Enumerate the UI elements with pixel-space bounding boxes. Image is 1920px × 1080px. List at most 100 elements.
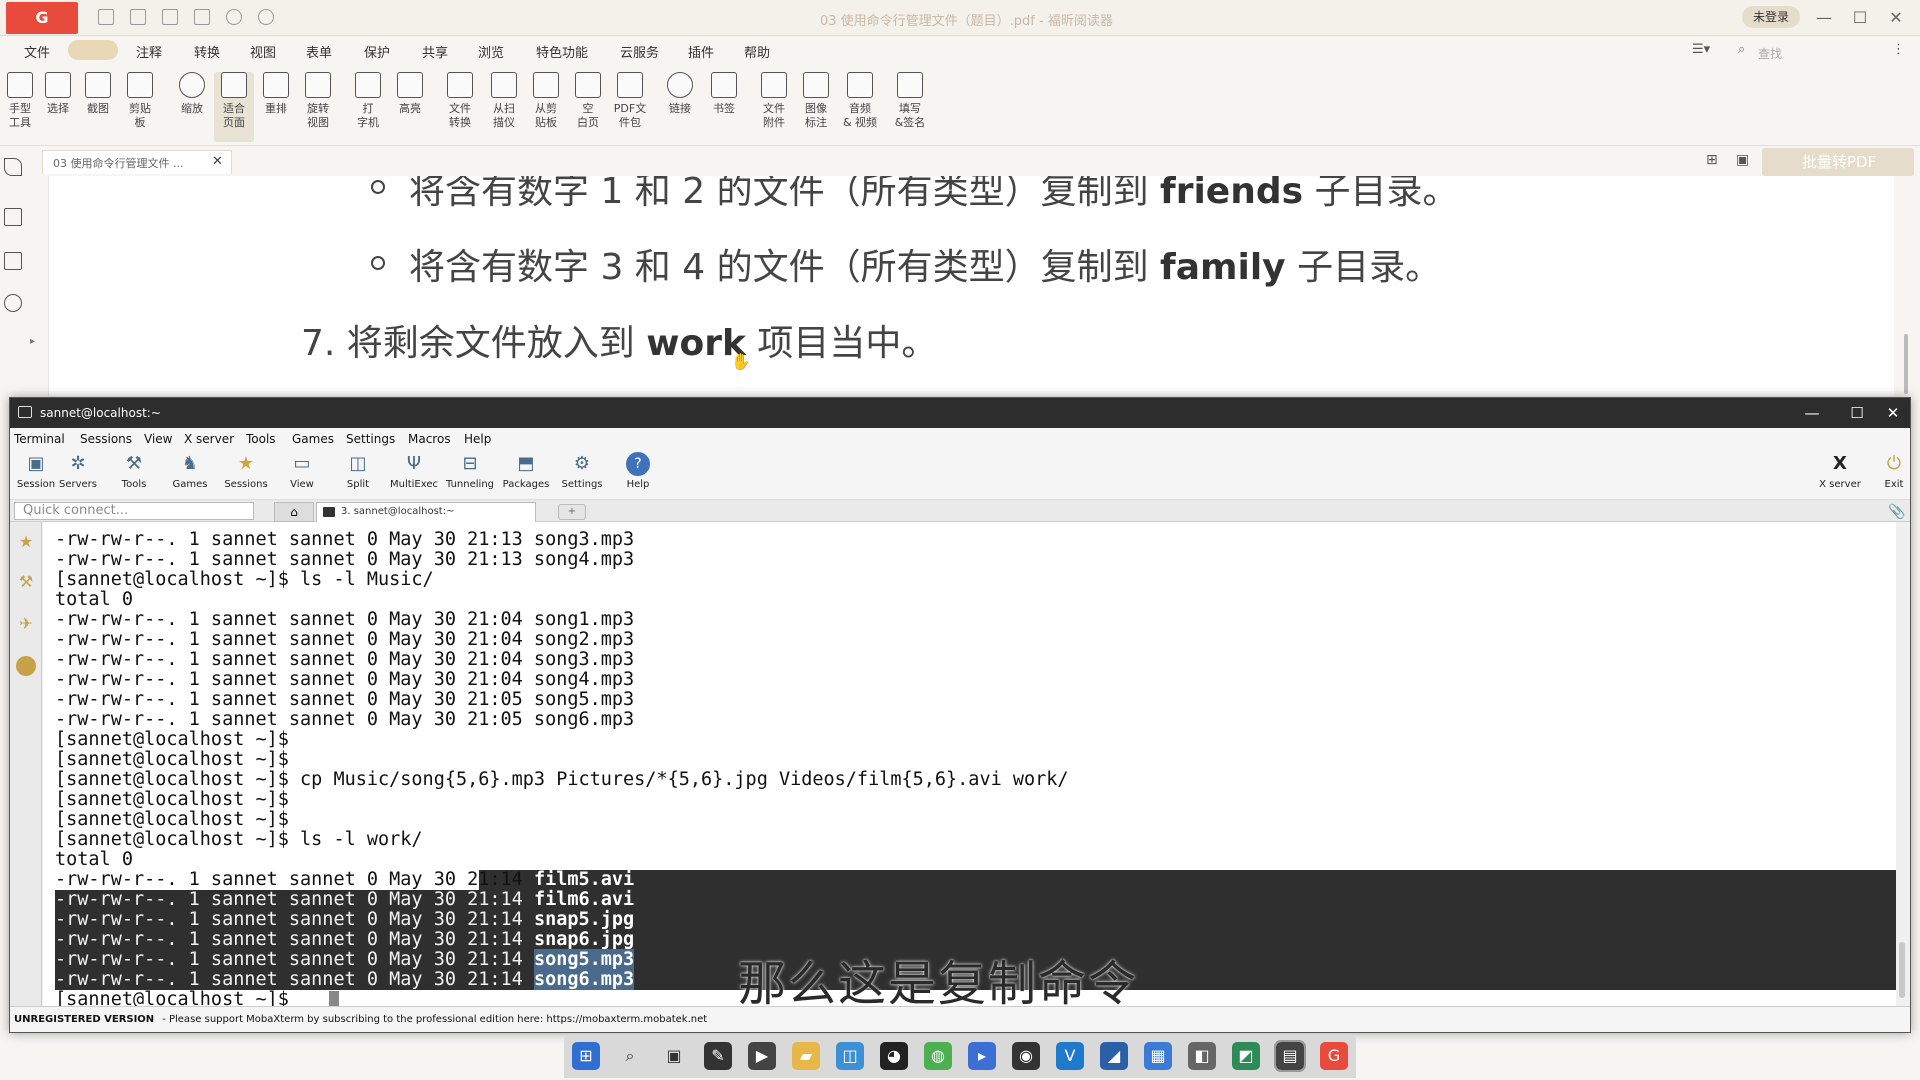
task-view-icon[interactable]: ▣ (660, 1042, 688, 1070)
bookmark-panel-icon[interactable] (4, 208, 22, 226)
bookmark-button[interactable]: 书签 (704, 72, 744, 116)
fit-page-button[interactable]: 适合 页面 (214, 72, 254, 142)
login-button[interactable]: 未登录 (1742, 6, 1800, 28)
from-scanner-button[interactable]: 从扫 描仪 (484, 72, 524, 130)
open-file-icon[interactable] (98, 9, 114, 25)
new-tab-button[interactable]: + (558, 504, 586, 520)
document-tab[interactable]: 03 使用命令行管理文件 ... (42, 150, 232, 174)
menu-features[interactable]: 特色功能 (536, 42, 588, 61)
file-convert-button[interactable]: 文件 转换 (440, 72, 480, 130)
menu-games[interactable]: Games (292, 432, 334, 446)
menu-comment[interactable]: 注释 (136, 42, 162, 61)
menu-file[interactable]: 文件 (24, 42, 50, 61)
menu-protect[interactable]: 保护 (364, 42, 390, 61)
highlight-button[interactable]: 高亮 (390, 72, 430, 116)
menu-help[interactable]: 帮助 (744, 42, 770, 61)
close-tab-icon[interactable]: ✕ (212, 154, 223, 169)
paperclip-icon[interactable]: 📎 (1888, 504, 1905, 520)
app-icon-5[interactable]: ◉ (1012, 1042, 1040, 1070)
app-icon-6[interactable]: ◢ (1100, 1042, 1128, 1070)
hand-tool-button[interactable]: 手型 工具 (0, 72, 40, 130)
app-icon-4[interactable]: ▸ (968, 1042, 996, 1070)
expand-arrow-icon[interactable]: ▸ (30, 336, 35, 347)
foxit-icon[interactable]: G (1320, 1042, 1348, 1070)
x-server-button[interactable]: XX server (1814, 452, 1866, 490)
grid-view-icon[interactable]: ⊞ (1706, 152, 1718, 168)
eraser-icon[interactable] (4, 158, 22, 176)
split-button[interactable]: ◫ Split (332, 452, 384, 490)
sessions-button[interactable]: ★ Sessions (220, 452, 272, 490)
link-button[interactable]: 链接 (660, 72, 700, 116)
star-icon[interactable]: ★ (16, 532, 36, 552)
batch-to-pdf-button[interactable]: 批量转PDF (1762, 148, 1914, 176)
menu-convert[interactable]: 转换 (194, 42, 220, 61)
games-button[interactable]: ♞ Games (164, 452, 216, 490)
select-button[interactable]: 选择 (38, 72, 78, 116)
scroll-thumb[interactable] (1904, 334, 1908, 394)
maximize-icon[interactable]: ☐ (1842, 402, 1872, 424)
menu-view[interactable]: View (144, 432, 172, 446)
menu-tools[interactable]: Tools (246, 432, 276, 446)
tools-icon[interactable]: ⚒ (16, 572, 36, 592)
close-icon[interactable]: ✕ (1884, 6, 1908, 30)
packages-button[interactable]: ⬒ Packages (500, 452, 552, 490)
layout-icon[interactable]: ☰▾ (1692, 42, 1710, 57)
terminal-output[interactable]: -rw-rw-r--. 1 sannet sannet 0 May 30 21:… (43, 522, 1909, 1006)
home-tab-icon[interactable]: ⌂ (274, 502, 314, 522)
menu-form[interactable]: 表单 (306, 42, 332, 61)
menu-settings[interactable]: Settings (346, 432, 395, 446)
blank-page-button[interactable]: 空 白页 (568, 72, 608, 130)
minimize-icon[interactable]: — (1797, 402, 1827, 424)
app-icon-3[interactable]: ◫ (836, 1042, 864, 1070)
support-message[interactable]: - Please support MobaXterm by subscribin… (162, 1014, 707, 1025)
menu-x-server[interactable]: X server (184, 432, 234, 446)
tools-button[interactable]: ⚒ Tools (108, 452, 160, 490)
screenshot-button[interactable]: 截图 (78, 72, 118, 116)
close-icon[interactable]: ✕ (1878, 402, 1908, 424)
tab-session-3[interactable]: 3. sannet@localhost:~ (316, 502, 536, 522)
fill-sign-button[interactable]: 填写 &签名 (890, 72, 930, 130)
app-icon-8[interactable]: ◧ (1188, 1042, 1216, 1070)
circle-icon[interactable] (16, 656, 36, 676)
windows-start-icon[interactable]: ⊞ (572, 1042, 600, 1070)
search-input[interactable] (1736, 40, 1876, 62)
mobaxterm-icon[interactable]: ▤ (1274, 1040, 1306, 1072)
quick-connect-input[interactable]: Quick connect... (14, 502, 254, 520)
vscode-icon[interactable]: V (1056, 1042, 1084, 1070)
app-icon-9[interactable]: ◩ (1232, 1042, 1260, 1070)
reflow-button[interactable]: 重排 (256, 72, 296, 116)
terminal-scrollbar[interactable] (1896, 522, 1910, 1006)
menu-browse[interactable]: 浏览 (478, 42, 504, 61)
search-icon[interactable]: ⌕ (616, 1042, 644, 1070)
help-button[interactable]: ? Help (612, 452, 664, 490)
app-icon-1[interactable]: ✎ (704, 1042, 732, 1070)
multiexec-button[interactable]: Ψ MultiExec (388, 452, 440, 490)
menu-plugins[interactable]: 插件 (688, 42, 714, 61)
image-annotation-button[interactable]: 图像 标注 (796, 72, 836, 130)
exit-button[interactable]: ⏻ Exit (1868, 452, 1920, 490)
folder-icon[interactable]: ▰ (792, 1042, 820, 1070)
audio-video-button[interactable]: 音频 & 视频 (840, 72, 880, 130)
pdf-package-button[interactable]: PDF文 件包 (610, 72, 650, 130)
view-button[interactable]: ▭ View (276, 452, 328, 490)
save-icon[interactable] (130, 9, 146, 25)
typewriter-button[interactable]: 打 字机 (348, 72, 388, 130)
new-file-icon[interactable] (194, 9, 210, 25)
print-icon[interactable] (162, 9, 178, 25)
app-icon-7[interactable]: ▦ (1144, 1042, 1172, 1070)
menu-sessions[interactable]: Sessions (80, 432, 132, 446)
rotate-view-button[interactable]: 旋转 视图 (298, 72, 338, 130)
menu-cloud[interactable]: 云服务 (620, 42, 659, 61)
pages-panel-icon[interactable] (4, 252, 22, 270)
single-view-icon[interactable]: ▣ (1736, 152, 1749, 168)
pdf-scrollbar[interactable] (1900, 124, 1916, 404)
minimize-icon[interactable]: — (1812, 6, 1836, 30)
clipboard-button[interactable]: 剪贴 板 (120, 72, 160, 130)
tunneling-button[interactable]: ⊟ Tunneling (444, 452, 496, 490)
scroll-thumb[interactable] (1899, 942, 1905, 998)
zoom-button[interactable]: 缩放 (172, 72, 212, 116)
settings-button[interactable]: ⚙ Settings (556, 452, 608, 490)
redo-icon[interactable] (258, 9, 274, 25)
comments-panel-icon[interactable] (4, 294, 22, 312)
from-clipboard-button[interactable]: 从剪 贴板 (526, 72, 566, 130)
